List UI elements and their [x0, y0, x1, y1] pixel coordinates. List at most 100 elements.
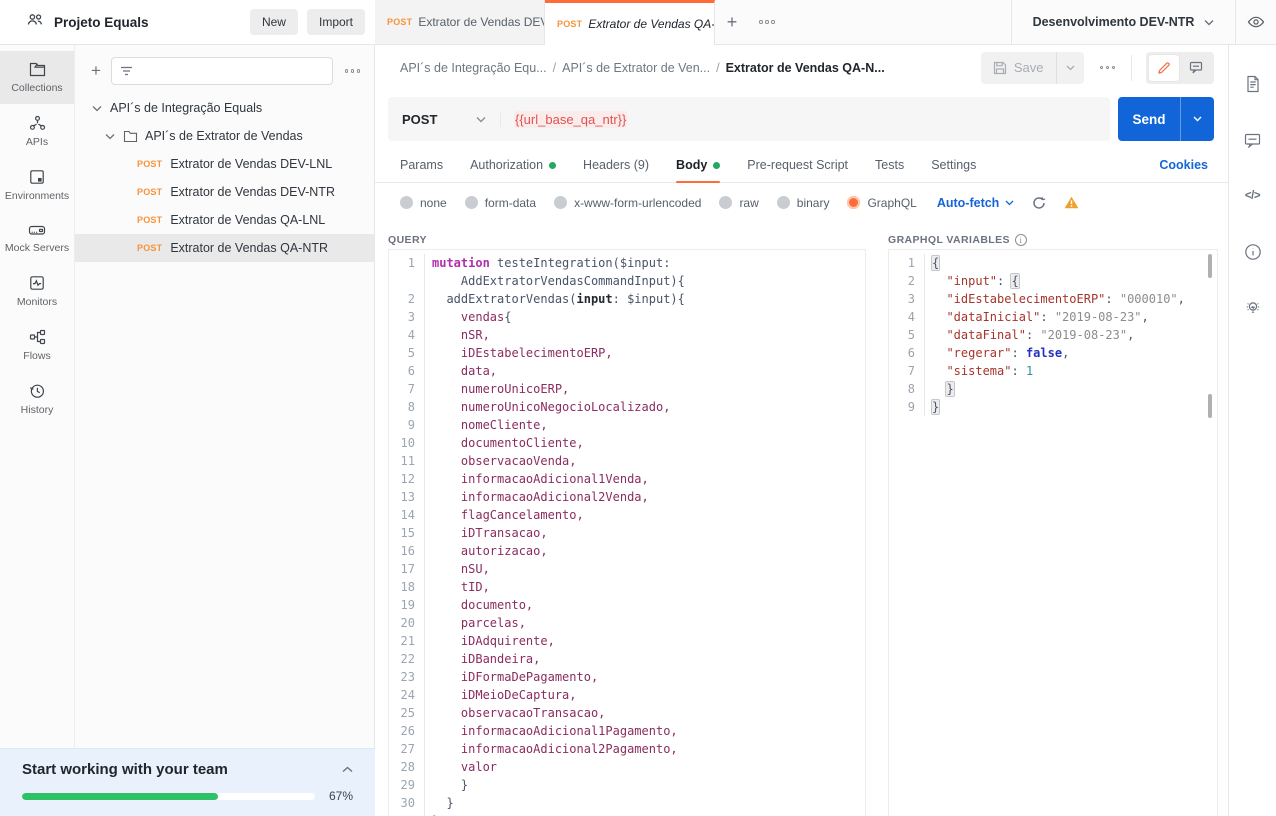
line-number: 19 — [389, 596, 425, 614]
tab-tests[interactable]: Tests — [875, 148, 904, 183]
sidebar-item-monitors[interactable]: Monitors — [0, 264, 74, 318]
refresh-schema-icon[interactable] — [1032, 196, 1046, 210]
code-line: 30 } — [389, 794, 865, 812]
body-type-form-data[interactable]: form-data — [465, 196, 536, 210]
sidebar-item-mock-servers[interactable]: Mock Servers — [0, 212, 74, 264]
info-icon[interactable] — [1238, 237, 1268, 267]
tab-options-icon[interactable] — [749, 0, 785, 44]
collections-options-icon[interactable] — [343, 69, 363, 73]
request-options-icon[interactable] — [1098, 66, 1118, 70]
auto-fetch-dropdown[interactable]: Auto-fetch — [937, 196, 1015, 210]
tree-item-label: Extrator de Vendas DEV-LNL — [170, 157, 332, 171]
comments-icon[interactable] — [1238, 125, 1268, 155]
tab-pre-request-script[interactable]: Pre-request Script — [747, 148, 848, 183]
save-button[interactable]: Save — [981, 60, 1056, 75]
send-button[interactable]: Send — [1118, 97, 1180, 141]
breadcrumb-request[interactable]: Extrator de Vendas QA-N... — [726, 61, 885, 75]
line-number: 2 — [889, 272, 925, 290]
send-button-group: Send — [1118, 97, 1214, 141]
tree-folder-item[interactable]: API´s de Extrator de Vendas — [75, 122, 374, 150]
save-options-button[interactable] — [1056, 52, 1084, 84]
code-line: 4 "dataInicial": "2019-08-23", — [889, 308, 1217, 326]
line-number: 22 — [389, 650, 425, 668]
tab-body[interactable]: Body — [676, 148, 720, 183]
body-type-graphql[interactable]: GraphQL — [847, 196, 916, 210]
method-badge: POST — [387, 17, 412, 27]
tree-request-item[interactable]: POSTExtrator de Vendas DEV-LNL — [75, 150, 374, 178]
filter-input[interactable] — [111, 57, 333, 85]
sidebar-item-flows[interactable]: Flows — [0, 318, 74, 372]
add-collection-button[interactable]: + — [91, 61, 101, 81]
body-type-none[interactable]: none — [400, 196, 447, 210]
body-type-raw[interactable]: raw — [719, 196, 758, 210]
sidebar-rail: Collections APIsEnvironmentsMock ServersM… — [0, 45, 75, 816]
tab-authorization[interactable]: Authorization — [470, 148, 556, 183]
body-type-x-www-form-urlencoded[interactable]: x-www-form-urlencoded — [554, 196, 701, 210]
lightbulb-icon[interactable] — [1238, 293, 1268, 323]
collection-tree: API´s de Integração Equals API´s de Extra… — [75, 94, 374, 262]
code-line: 7 "sistema": 1 — [889, 362, 1217, 380]
sidebar-item-label: Collections — [11, 82, 62, 94]
sidebar-item-apis[interactable]: APIs — [0, 104, 74, 158]
chevron-down-icon[interactable] — [104, 133, 116, 140]
tab-label: Headers (9) — [583, 158, 649, 172]
code-icon[interactable]: </> — [1238, 181, 1268, 211]
open-tab[interactable]: POSTExtrator de Vendas QA- — [545, 0, 715, 45]
import-button[interactable]: Import — [307, 9, 365, 35]
breadcrumb-folder[interactable]: API´s de Extrator de Ven... — [562, 61, 710, 75]
filter-icon — [120, 66, 133, 76]
open-tab[interactable]: POSTExtrator de Vendas DEV — [375, 0, 545, 44]
code-line: 6 "regerar": false, — [889, 344, 1217, 362]
environment-selector[interactable]: Desenvolvimento DEV-NTR — [1011, 0, 1235, 44]
sidebar-item-label: Flows — [23, 350, 50, 362]
tab-headers-9-[interactable]: Headers (9) — [583, 148, 649, 183]
sidebar-item-history[interactable]: History — [0, 372, 74, 426]
documentation-icon[interactable] — [1238, 69, 1268, 99]
cookies-link[interactable]: Cookies — [1159, 158, 1208, 172]
line-number: 11 — [389, 452, 425, 470]
tree-collection-item[interactable]: API´s de Integração Equals — [75, 94, 374, 122]
tree-request-item[interactable]: POSTExtrator de Vendas QA-NTR — [75, 234, 374, 262]
url-input[interactable]: {{url_base_qa_ntr}} — [501, 112, 627, 127]
line-number: 26 — [389, 722, 425, 740]
url-variable: {{url_base_qa_ntr}} — [514, 111, 627, 128]
comments-mode-button[interactable] — [1181, 55, 1211, 81]
sidebar-item-environments[interactable]: Environments — [0, 158, 74, 212]
comment-icon — [1189, 61, 1203, 74]
breadcrumb-collection[interactable]: API´s de Integração Equ... — [400, 61, 547, 75]
environment-quick-look-button[interactable] — [1235, 0, 1276, 44]
chevron-down-icon — [1066, 65, 1075, 71]
editor-mode-toggle — [1146, 52, 1214, 84]
variables-editor[interactable]: 1{2 "input": {3 "idEstabelecimentoERP": … — [888, 249, 1218, 816]
warning-icon[interactable] — [1064, 196, 1079, 209]
tab-params[interactable]: Params — [400, 148, 443, 183]
right-sidebar: </> — [1228, 45, 1276, 816]
scrollbar-thumb[interactable] — [1208, 394, 1212, 418]
line-number: 10 — [389, 434, 425, 452]
request-workspace: API´s de Integração Equ.../ API´s de Ext… — [375, 45, 1228, 816]
history-icon — [29, 383, 45, 399]
edit-mode-button[interactable] — [1149, 55, 1179, 81]
send-options-button[interactable] — [1180, 97, 1214, 141]
body-type-binary[interactable]: binary — [777, 196, 830, 210]
tree-item-label: API´s de Integração Equals — [110, 101, 262, 115]
method-selector[interactable]: POST — [388, 112, 501, 127]
chevron-up-icon[interactable] — [342, 766, 353, 773]
tree-request-item[interactable]: POSTExtrator de Vendas QA-LNL — [75, 206, 374, 234]
new-tab-button[interactable]: + — [715, 0, 749, 44]
new-button[interactable]: New — [250, 9, 298, 35]
tab-label: Authorization — [470, 158, 543, 172]
code-line: 9} — [889, 398, 1217, 416]
query-editor[interactable]: 1mutation testeIntegration($input: AddEx… — [388, 249, 866, 816]
scrollbar-thumb[interactable] — [1208, 254, 1212, 278]
tree-item-label: Extrator de Vendas DEV-NTR — [170, 185, 335, 199]
sidebar-item-collections[interactable]: Collections — [0, 51, 74, 104]
chevron-down-icon[interactable] — [91, 105, 103, 112]
info-icon[interactable]: i — [1015, 234, 1027, 246]
tree-request-item[interactable]: POSTExtrator de Vendas DEV-NTR — [75, 178, 374, 206]
pencil-icon — [1157, 61, 1171, 75]
tab-settings[interactable]: Settings — [931, 148, 976, 183]
request-tabs: Params Authorization Headers (9) Body Pre-re… — [400, 148, 1159, 183]
method-badge: POST — [137, 243, 162, 253]
collections-toolbar: + — [75, 52, 374, 90]
